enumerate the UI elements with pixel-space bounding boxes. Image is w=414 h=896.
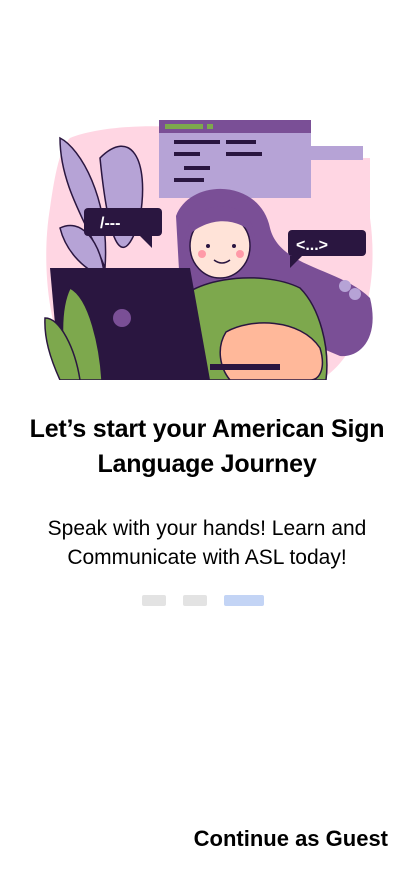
continue-as-guest-button[interactable]: Continue as Guest xyxy=(194,826,388,852)
woman-at-laptop-illustration: /--- <...> xyxy=(44,120,373,380)
speech-bubble-left xyxy=(84,208,162,236)
page-indicator-dot-1[interactable] xyxy=(142,595,166,606)
page-indicator-dot-2[interactable] xyxy=(183,595,207,606)
bubble-right-text: <...> xyxy=(296,237,328,254)
bubble-left-text: /--- xyxy=(100,215,120,232)
onboarding-illustration: /--- <...> xyxy=(40,118,380,380)
onboarding-headline: Let’s start your American Sign Language … xyxy=(29,415,385,478)
page-indicator-dot-3-active[interactable] xyxy=(224,595,264,606)
onboarding-subtext: Speak with your hands! Learn and Communi… xyxy=(47,517,367,569)
page-indicator xyxy=(142,595,264,606)
laptop-logo xyxy=(113,309,131,327)
